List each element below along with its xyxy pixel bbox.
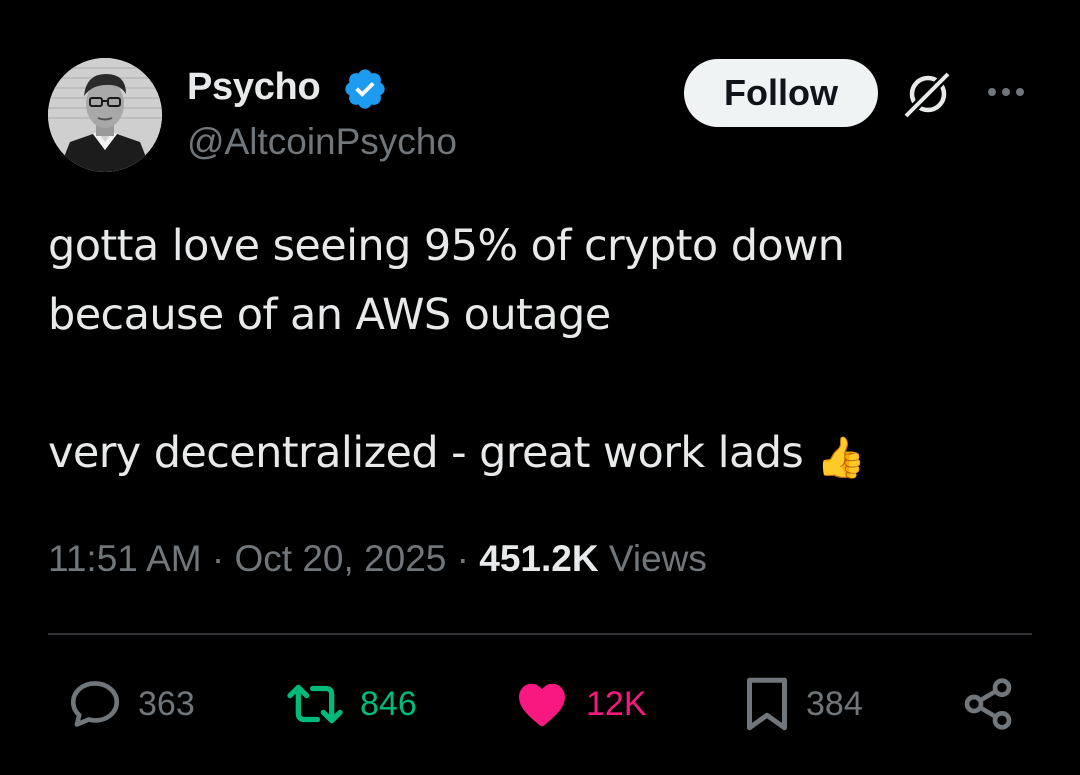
reply-icon: [70, 681, 120, 727]
author-avatar[interactable]: [48, 58, 162, 172]
share-icon[interactable]: [960, 676, 1016, 732]
author-name[interactable]: Psycho: [187, 64, 321, 110]
more-icon[interactable]: [984, 80, 1028, 104]
bookmark-button[interactable]: 384: [742, 672, 863, 736]
repost-count: 846: [360, 684, 417, 723]
follow-button[interactable]: Follow: [684, 59, 878, 127]
tweet-meta: 11:51 AM · Oct 20, 2025 · 451.2K Views: [48, 536, 707, 582]
tweet-time[interactable]: 11:51 AM: [48, 538, 202, 579]
divider: [48, 633, 1032, 635]
views-label: Views: [608, 538, 707, 579]
tweet-text-line: very decentralized - great work lads 👍: [48, 419, 1008, 493]
tweet-text-line: gotta love seeing 95% of crypto down: [48, 221, 845, 271]
tweet-card: Psycho @AltcoinPsycho Follow gotta love …: [0, 0, 1080, 775]
grok-icon[interactable]: [900, 66, 956, 122]
reply-button[interactable]: 363: [66, 672, 195, 736]
views-count: 451.2K: [479, 538, 599, 579]
avatar-image: [48, 58, 162, 172]
tweet-text-line-3: very decentralized - great work lads: [48, 428, 804, 478]
verified-badge-icon[interactable]: [342, 66, 388, 112]
bookmark-icon: [747, 677, 787, 731]
bookmark-count: 384: [806, 684, 863, 723]
meta-separator: ·: [456, 538, 469, 579]
heart-icon: [519, 683, 565, 727]
tweet-text-line: because of an AWS outage: [48, 290, 611, 340]
repost-icon: [287, 684, 343, 724]
thumbs-up-emoji: 👍: [816, 435, 866, 481]
tweet-date[interactable]: Oct 20, 2025: [234, 538, 446, 579]
reply-count: 363: [138, 684, 195, 723]
tweet-text: gotta love seeing 95% of crypto down bec…: [48, 212, 1008, 493]
repost-button[interactable]: 846: [284, 672, 417, 736]
meta-separator: ·: [211, 538, 225, 579]
like-count: 12K: [586, 684, 647, 723]
like-button[interactable]: 12K: [512, 672, 647, 736]
author-handle[interactable]: @AltcoinPsycho: [187, 119, 457, 165]
